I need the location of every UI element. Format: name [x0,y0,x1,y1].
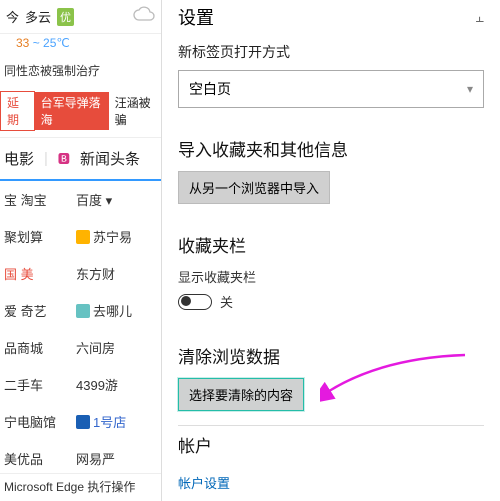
link-computer[interactable]: 宁电脑馆 [4,412,76,431]
show-favorites-label: 显示收藏夹栏 [178,267,484,286]
link-yanxuan[interactable]: 网易严 [76,449,158,468]
chevron-down-icon: ▾ [467,82,473,96]
temp-high: 33 [16,36,29,50]
link-suning[interactable]: 苏宁易 [93,227,132,246]
tag-wanghan[interactable]: 汪涵被骗 [109,92,162,130]
import-section-title: 导入收藏夹和其他信息 [178,136,484,161]
link-yhd[interactable]: 1号店 [93,412,126,431]
clear-data-title: 清除浏览数据 [178,343,484,368]
weather-cond: 多云 [25,7,51,26]
tag-delay[interactable]: 延期 [0,91,35,131]
newtab-label: 新标签页打开方式 [178,42,484,62]
account-settings-link[interactable]: 帐户设置 [178,473,230,492]
browser-content-left: 今 多云 优 33 ~ 25℃ 同性恋被强制治疗 延期 台军导弹落海 汪涵被骗 … [0,0,162,501]
suning-icon [76,230,90,244]
import-button[interactable]: 从另一个浏览器中导入 [178,171,330,204]
link-eastmoney[interactable]: 东方财 [76,264,158,283]
link-6rooms[interactable]: 六间房 [76,338,158,357]
settings-panel: 设置 ⫠ 新标签页打开方式 空白页 ▾ 导入收藏夹和其他信息 从另一个浏览器中导… [162,0,500,501]
link-meiyoupin[interactable]: 美优品 [4,449,76,468]
air-quality-badge: 优 [57,8,74,26]
tag-missile[interactable]: 台军导弹落海 [35,92,109,130]
link-juhuasuan[interactable]: 聚划算 [4,227,76,246]
favorites-toggle[interactable]: 关 [178,292,233,311]
toggle-state-label: 关 [220,292,233,311]
weather-today: 今 [6,7,19,26]
toggle-track [178,294,212,310]
link-iqiyi[interactable]: 爱 奇艺 [4,301,76,320]
link-taobao[interactable]: 宝 淘宝 [4,190,76,209]
choose-clear-button[interactable]: 选择要清除的内容 [178,378,304,411]
weather-bar: 今 多云 优 [0,0,162,34]
link-mall[interactable]: 品商城 [4,338,76,357]
tab-movie[interactable]: 电影 [4,148,34,169]
tab-separator: | [44,150,48,167]
account-title: 帐户 [178,432,484,457]
tab-news[interactable]: 新闻头条 [80,148,140,169]
news-tags: 延期 台军导弹落海 汪涵被骗 [0,85,162,138]
toggle-knob [181,296,191,306]
section-divider [178,425,484,426]
edge-action-label: Microsoft Edge 执行操作 [4,478,135,495]
link-4399[interactable]: 4399游 [76,375,158,394]
link-baidu[interactable]: 百度 ▾ [76,190,158,209]
pin-icon[interactable]: ⫠ [476,9,484,26]
qunar-icon [76,304,90,318]
link-usedcar[interactable]: 二手车 [4,375,76,394]
news-icon: 🅱 [58,150,70,167]
link-gome[interactable]: 国 美 [4,264,34,283]
quicklinks-grid: 宝 淘宝百度 ▾ 聚划算苏宁易 国 美 东方财 爱 奇艺去哪儿 品商城六间房 二手… [0,181,162,477]
settings-title: 设置 [178,4,214,30]
cloud-icon [132,6,156,27]
newtab-value: 空白页 [189,79,231,99]
temperature-line: 33 ~ 25℃ [0,34,162,56]
favorites-section-title: 收藏夹栏 [178,232,484,257]
link-qunar[interactable]: 去哪儿 [93,301,132,320]
yhd-icon [76,415,90,429]
temp-low: ~ 25℃ [33,36,70,50]
headline-text[interactable]: 同性恋被强制治疗 [0,56,162,85]
edge-action-bar[interactable]: Microsoft Edge 执行操作 [0,473,162,499]
category-tabs: 电影 | 🅱 新闻头条 [0,138,162,181]
newtab-select[interactable]: 空白页 ▾ [178,70,484,108]
